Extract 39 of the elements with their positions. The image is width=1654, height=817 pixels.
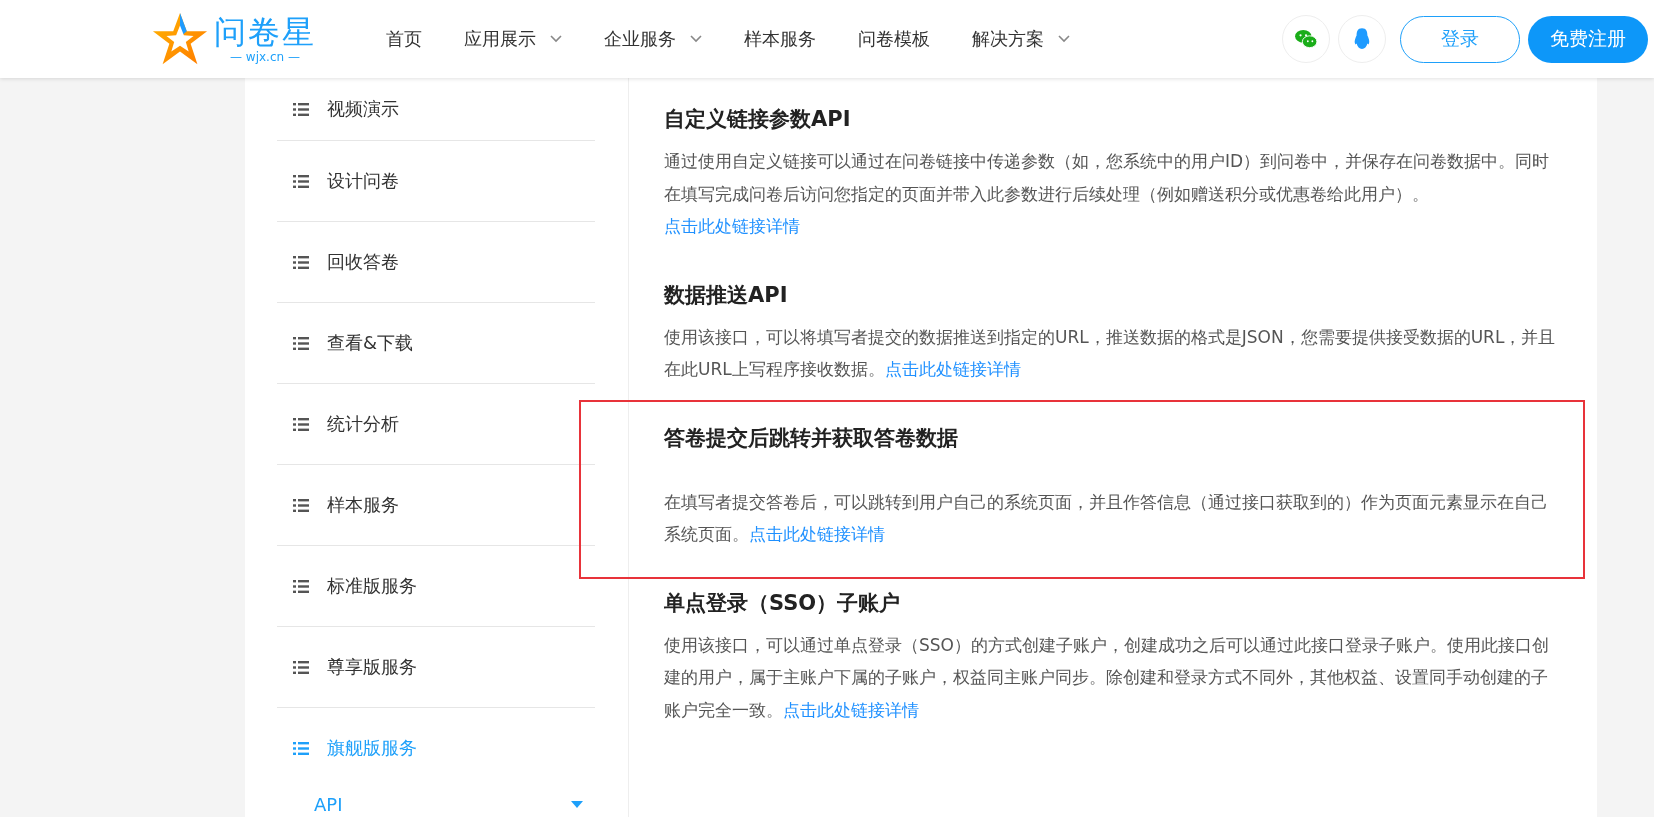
list-icon <box>293 741 309 755</box>
list-icon <box>293 174 309 188</box>
list-icon <box>293 102 309 116</box>
sidebar-item[interactable]: 统计分析 <box>277 384 595 465</box>
penguin-icon <box>1353 27 1371 51</box>
chevron-down-icon <box>690 35 702 43</box>
section-paragraph: 通过使用自定义链接可以通过在问卷链接中传递参数（如，您系统中的用户ID）到问卷中，并保存在问卷数据中。同时在填写完成问卷后访问您指定的页面并带入此参数进行后续处理（例如赠送积分或优惠卷给此用户）。 点击此处链接详情 <box>664 150 1551 238</box>
section-title: 答卷提交后跳转并获取答卷数据 <box>664 424 959 452</box>
sidebar-item[interactable]: 标准版服务 <box>277 546 595 627</box>
list-icon <box>293 255 309 269</box>
section-paragraph: 使用该接口，可以将填写者提交的数据推送到指定的URL，推送数据的格式是JSON，您需要提供接受数据的URL，并且在此URL上写程序接收数据。点击此处链接详情 <box>664 325 1557 381</box>
list-icon <box>293 498 309 512</box>
logo-domain: — wjx.cn — <box>230 50 300 64</box>
list-icon <box>293 660 309 674</box>
sidebar-item[interactable]: 查看&下载 <box>277 303 595 384</box>
section-paragraph: 使用该接口，可以通过单点登录（SSO）的方式创建子账户，创建成功之后可以通过此接口登录子账户。使用此接口创建的用户，属于主账户下属的子账户，权益同主账户同步。除创建和登录方式不同外，其他权益、设置同手动创建的子账户完全一致。点击此处链接详情 <box>664 633 1550 722</box>
section-title: 单点登录（SSO）子账户 <box>664 589 902 617</box>
sidebar-item[interactable]: 尊享版服务 <box>277 627 595 708</box>
list-icon <box>293 417 309 431</box>
section-title: 自定义链接参数API <box>664 106 852 133</box>
list-icon <box>293 336 309 350</box>
chevron-down-icon <box>550 35 562 43</box>
nav-link[interactable]: 问卷模板 <box>858 27 930 51</box>
chat-bubbles-icon <box>1294 29 1318 49</box>
sidebar-item[interactable]: 样本服务 <box>277 465 595 546</box>
section-title: 数据推送API <box>664 281 789 309</box>
nav-link[interactable]: 解决方案 <box>972 27 1070 51</box>
nav-link[interactable]: 企业服务 <box>604 27 702 51</box>
chevron-down-icon <box>1058 35 1070 43</box>
logo-name: 问卷星 <box>214 14 316 50</box>
section-paragraph: 在填写者提交答卷后，可以跳转到用户自己的系统页面，并且作答信息（通过接口获取到的）作为页面元素显示在自己系统页面。点击此处链接详情 <box>664 490 1549 546</box>
sidebar-item[interactable]: 视频演示 <box>277 78 595 141</box>
nav-link[interactable]: 首页 <box>386 27 422 51</box>
sidebar-item[interactable]: 设计问卷 <box>277 141 595 222</box>
nav-link[interactable]: 应用展示 <box>464 27 562 51</box>
nav-link[interactable]: 样本服务 <box>744 27 816 51</box>
caret-down-icon <box>571 801 583 808</box>
list-icon <box>293 579 309 593</box>
sidebar-item[interactable]: 回收答卷 <box>277 222 595 303</box>
